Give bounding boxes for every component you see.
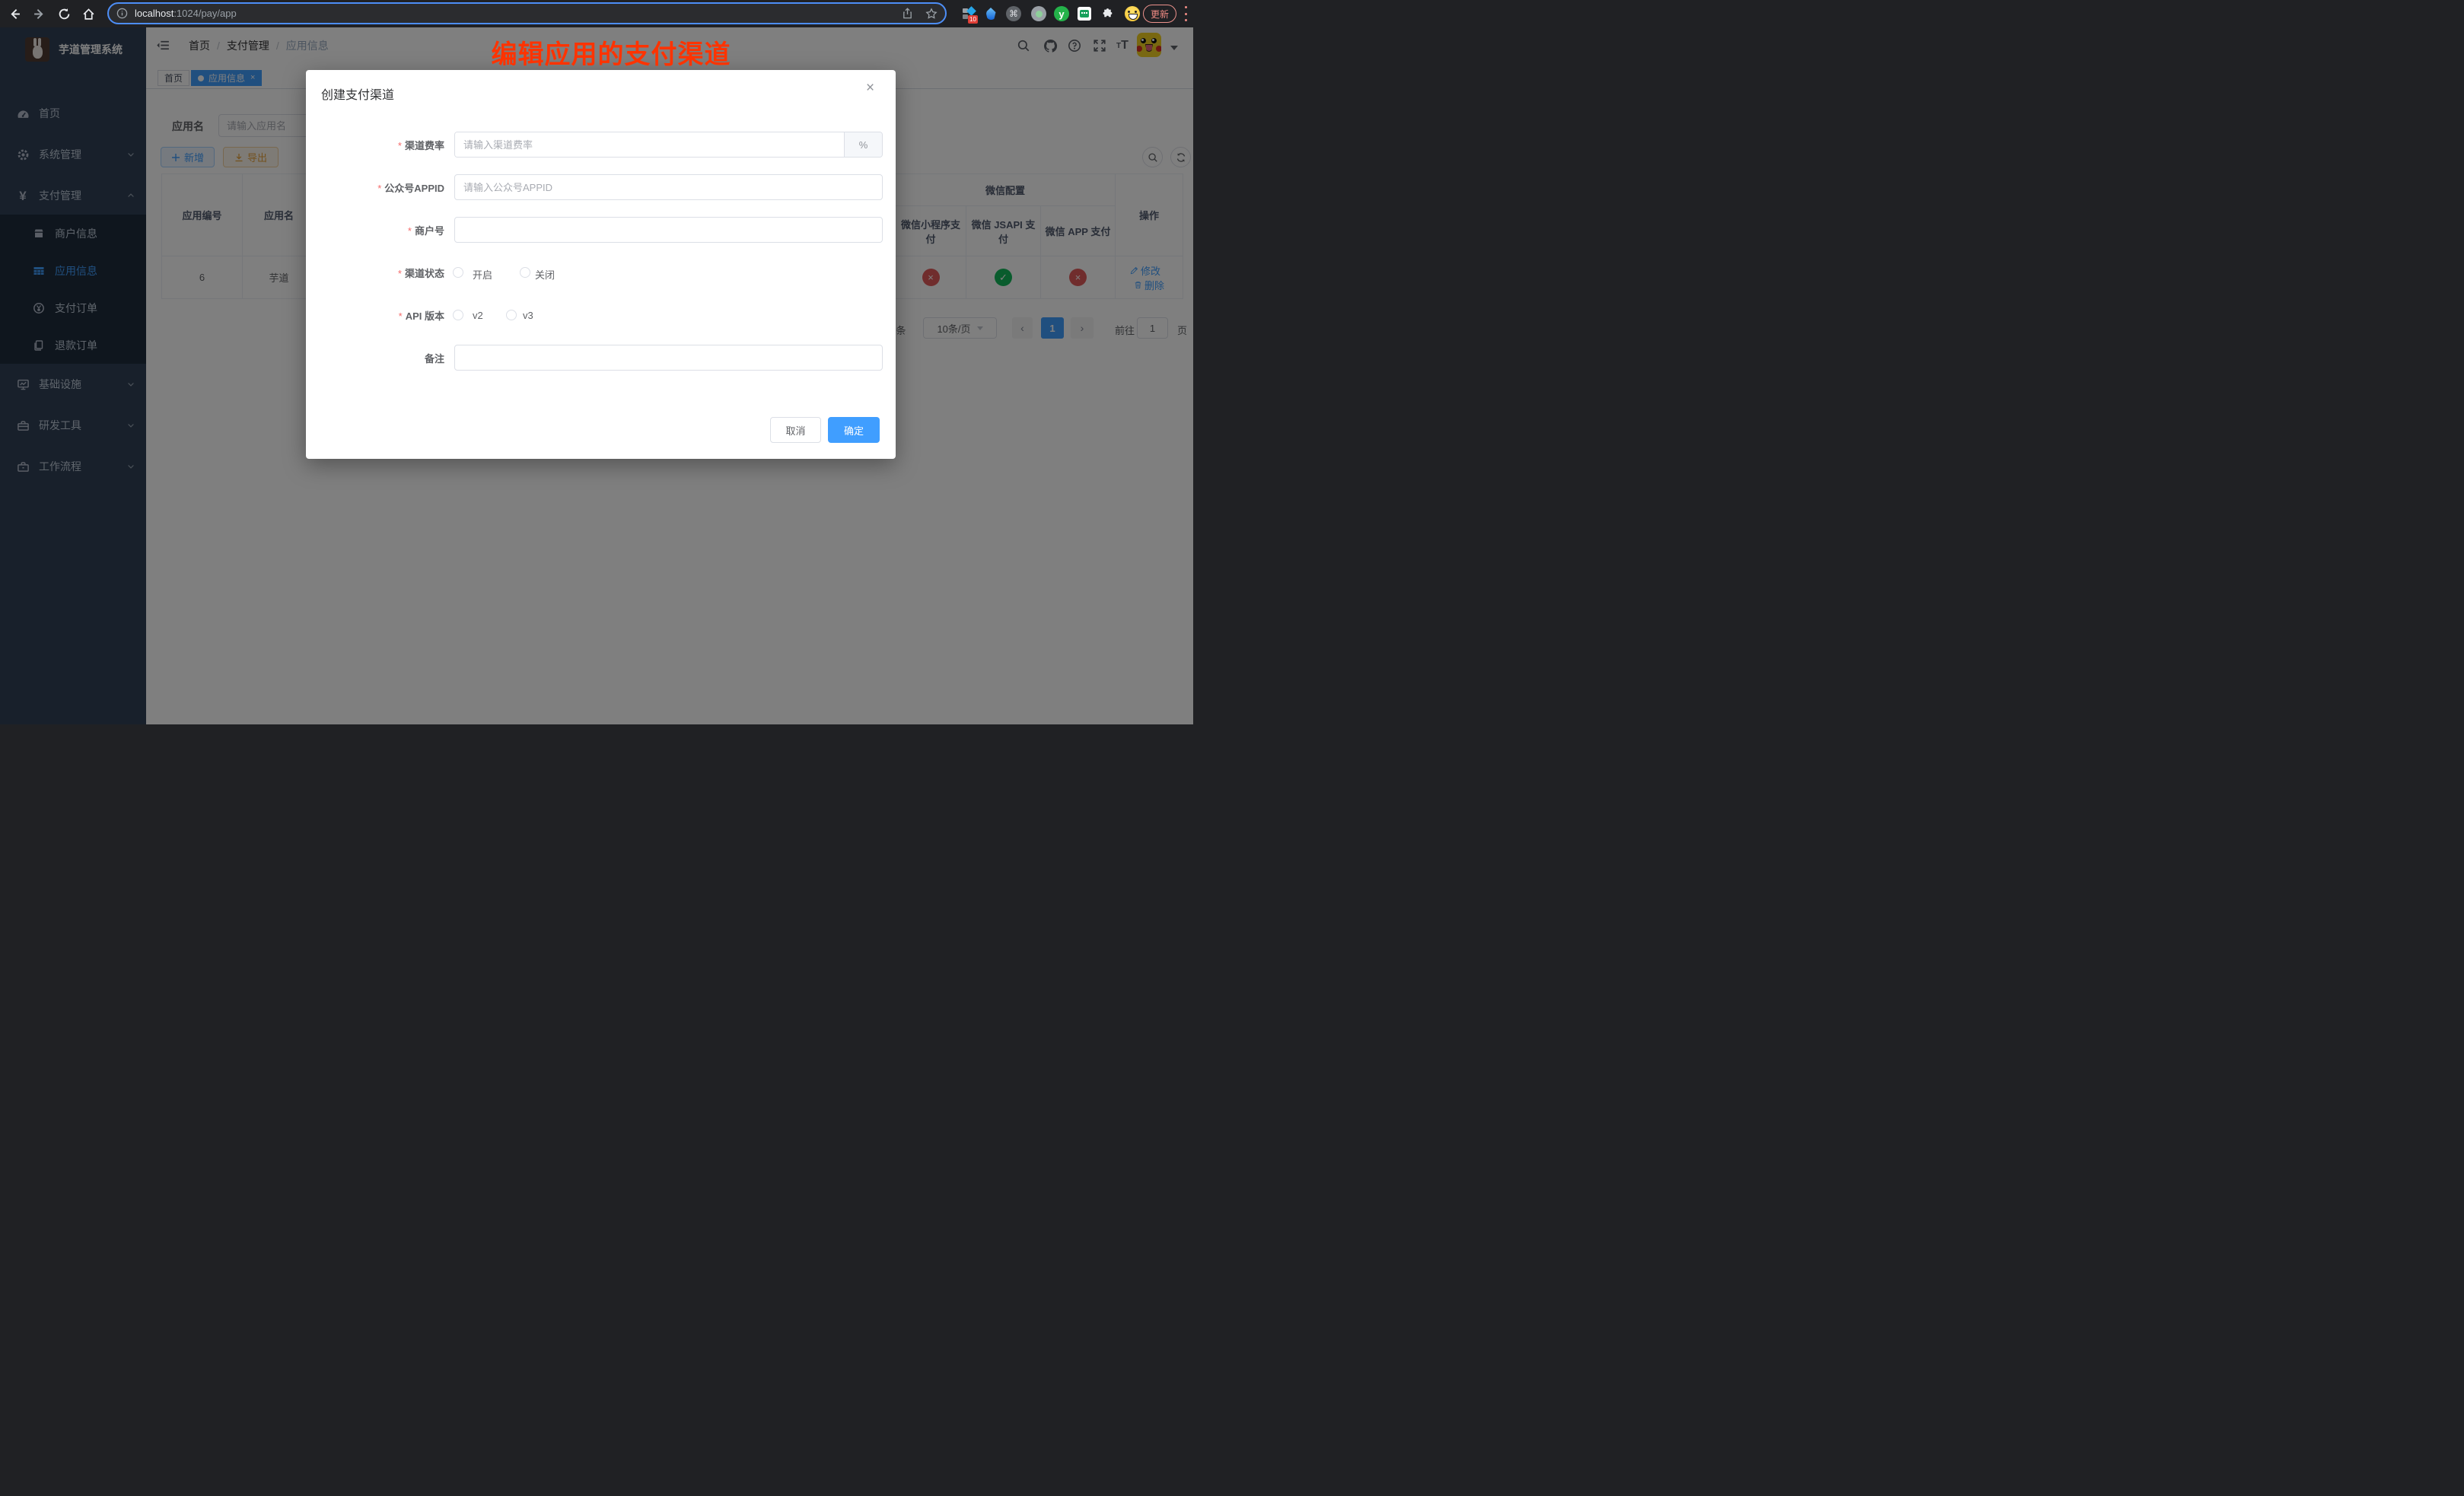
browser-forward-button[interactable] [29,4,49,24]
bookmark-star-icon[interactable] [925,8,938,20]
dialog-title: 创建支付渠道 [321,84,394,103]
status-closed-radio[interactable] [520,267,530,278]
screen: localhost:1024/pay/app 10 ⌘ y [0,0,1193,724]
create-pay-channel-dialog: 创建支付渠道 × *渠道费率 % *公众号APPID *商户号 *渠道状态 开启… [306,70,896,459]
extension-y-icon[interactable]: y [1053,5,1070,22]
required-asterisk: * [398,140,402,151]
merchant-input[interactable] [454,217,883,243]
required-asterisk: * [398,268,402,279]
confirm-button[interactable]: 确定 [828,417,880,443]
browser-reload-button[interactable] [54,4,74,24]
status-open-radio[interactable] [453,267,463,278]
extension-recorder-icon[interactable] [1030,5,1047,22]
browser-back-button[interactable] [5,4,24,24]
url-path: :1024/pay/app [173,8,236,19]
remark-input[interactable] [454,345,883,371]
profile-avatar-icon[interactable] [1124,5,1141,22]
cancel-button[interactable]: 取消 [770,417,821,443]
site-info-icon[interactable] [116,8,128,19]
appid-input[interactable] [454,174,883,200]
extension-axure-icon[interactable]: 10 [960,5,977,22]
browser-update-button[interactable]: 更新 [1143,5,1176,23]
required-asterisk: * [408,225,412,237]
dialog-close-icon[interactable]: × [866,81,874,95]
appid-label: *公众号APPID [306,180,444,195]
status-open-label[interactable]: 开启 [473,267,492,282]
api-v3-label[interactable]: v3 [523,310,533,321]
extension-chat-icon[interactable] [1076,5,1093,22]
merchant-label: *商户号 [306,223,444,237]
extension-badge: 10 [968,15,978,24]
rate-input-group: % [454,132,883,158]
remark-label: 备注 [306,351,444,365]
api-v3-radio[interactable] [506,310,517,320]
extension-drop-icon[interactable] [982,5,999,22]
rate-input[interactable] [455,132,844,157]
browser-chrome: localhost:1024/pay/app 10 ⌘ y [0,0,1193,27]
required-asterisk: * [399,310,403,322]
percent-suffix: % [844,132,882,157]
required-asterisk: * [377,183,381,194]
rate-label: *渠道费率 [306,138,444,152]
annotation-text: 编辑应用的支付渠道 [478,33,744,71]
api-v2-label[interactable]: v2 [473,310,483,321]
browser-menu-icon[interactable] [1184,6,1187,21]
status-closed-label[interactable]: 关闭 [535,267,555,282]
channel-status-label: *渠道状态 [306,266,444,280]
extension-command-icon[interactable]: ⌘ [1005,5,1022,22]
share-icon[interactable] [902,8,913,19]
address-bar[interactable]: localhost:1024/pay/app [107,2,947,24]
browser-home-button[interactable] [78,4,98,24]
extensions-puzzle-icon[interactable] [1099,5,1116,22]
api-version-label: *API 版本 [306,308,444,323]
url-host: localhost [135,8,173,19]
url-text: localhost:1024/pay/app [135,8,237,19]
api-v2-radio[interactable] [453,310,463,320]
